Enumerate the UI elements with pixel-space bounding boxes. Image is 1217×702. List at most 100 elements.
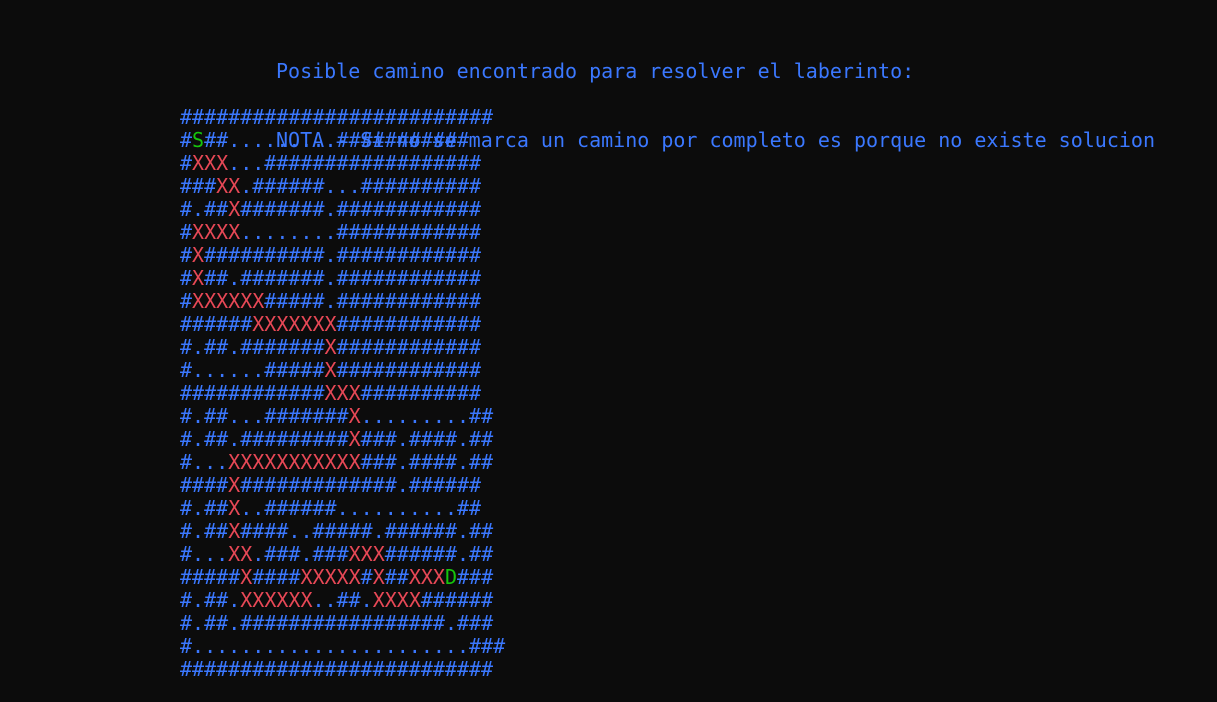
wall-cells: ## — [204, 335, 229, 359]
wall-cells: ### — [457, 565, 494, 589]
maze-row: ###XX.######...########## — [180, 175, 505, 198]
path-cells: XXX — [408, 565, 445, 589]
path-cells: X — [348, 404, 361, 428]
maze-row: #...XXXXXXXXXXX###.####.## — [180, 451, 505, 474]
open-cells: . — [456, 450, 470, 474]
path-cells: XX — [216, 174, 241, 198]
maze-row: ########################## — [180, 658, 505, 681]
open-cells: .. — [288, 519, 313, 543]
wall-cells: ############ — [336, 358, 482, 382]
wall-cells: ###### — [252, 174, 325, 198]
maze-row: ############XXX########## — [180, 382, 505, 405]
open-cells: .. — [240, 496, 265, 520]
result-message: Posible camino encontrado para resolver … — [276, 59, 915, 83]
path-cells: XXXXXX — [240, 588, 313, 612]
wall-cells: ## — [204, 266, 229, 290]
wall-cells: ## — [204, 519, 229, 543]
wall-cells: ########### — [336, 128, 470, 152]
wall-cells: #### — [240, 519, 289, 543]
open-cells: . — [192, 588, 205, 612]
wall-cells: # — [180, 335, 193, 359]
wall-cells: ##### — [180, 565, 241, 589]
open-cells: ........ — [240, 220, 337, 244]
open-cells: . — [300, 542, 313, 566]
wall-cells: # — [180, 243, 193, 267]
open-cells: . — [444, 611, 457, 635]
wall-cells: ####### — [240, 335, 325, 359]
path-cells: XXXXX — [300, 565, 361, 589]
wall-cells: #### — [252, 565, 301, 589]
wall-cells: ### — [360, 427, 397, 451]
wall-cells: # — [180, 266, 193, 290]
wall-cells: ########## — [360, 381, 482, 405]
maze-row: #.##.#######X############ — [180, 336, 505, 359]
open-cells: . — [240, 174, 253, 198]
wall-cells: # — [360, 565, 373, 589]
wall-cells: ### — [360, 450, 397, 474]
wall-cells: #### — [408, 450, 457, 474]
open-cells: .......... — [336, 496, 457, 520]
path-cells: X — [228, 197, 241, 221]
maze-row: #.......................### — [180, 635, 505, 658]
wall-cells: ##### — [264, 289, 325, 313]
open-cells: . — [252, 542, 265, 566]
start-marker: S — [192, 128, 205, 152]
maze-row: #...XX.###.###XXX######.## — [180, 543, 505, 566]
wall-cells: ## — [384, 565, 409, 589]
wall-cells: ############ — [336, 289, 482, 313]
maze-row: #.##.XXXXXX..##.XXXX###### — [180, 589, 505, 612]
path-cells: XXX — [192, 151, 229, 175]
wall-cells: # — [180, 496, 193, 520]
open-cells: . — [324, 266, 337, 290]
wall-cells: # — [180, 197, 193, 221]
path-cells: XXXXXXXXXXX — [228, 450, 361, 474]
wall-cells: ##### — [264, 358, 325, 382]
open-cells: ......... — [360, 404, 470, 428]
path-cells: XXXX — [372, 588, 421, 612]
open-cells: . — [228, 266, 241, 290]
wall-cells: ############# — [240, 473, 397, 497]
wall-cells: ### — [180, 174, 217, 198]
wall-cells: # — [180, 519, 193, 543]
wall-cells: ############ — [336, 335, 482, 359]
wall-cells: ## — [204, 404, 229, 428]
wall-cells: #### — [180, 473, 229, 497]
wall-cells: ## — [469, 542, 494, 566]
open-cells: ... — [192, 542, 229, 566]
wall-cells: # — [180, 404, 193, 428]
wall-cells: ###### — [408, 473, 482, 497]
open-cells: . — [192, 197, 205, 221]
open-cells: ... — [228, 151, 265, 175]
open-cells: . — [456, 542, 470, 566]
maze-row: #.##.#################.### — [180, 612, 505, 635]
path-cells: XXXX — [192, 220, 241, 244]
open-cells: . — [324, 289, 337, 313]
open-cells: . — [228, 335, 241, 359]
path-cells: X — [240, 565, 253, 589]
path-cells: X — [324, 358, 337, 382]
open-cells: .. — [312, 588, 337, 612]
wall-cells: ## — [469, 450, 494, 474]
open-cells: . — [228, 427, 241, 451]
wall-cells: # — [180, 289, 193, 313]
maze-row: #.##.#########X###.####.## — [180, 428, 505, 451]
maze-row: #XXXX........############ — [180, 221, 505, 244]
path-cells: X — [228, 496, 241, 520]
maze-grid: ########################## #S##.........#… — [180, 106, 505, 681]
maze-row: #......#####X############ — [180, 359, 505, 382]
open-cells: . — [324, 197, 337, 221]
open-cells: . — [228, 611, 241, 635]
wall-cells: # — [180, 611, 193, 635]
wall-cells: ## — [204, 197, 229, 221]
wall-cells: ## — [469, 404, 494, 428]
path-cells: XX — [228, 542, 253, 566]
open-cells: ......... — [228, 128, 337, 152]
path-cells: X — [324, 335, 337, 359]
wall-cells: ### — [469, 634, 506, 658]
wall-cells: ####### — [264, 404, 349, 428]
maze-row: ########################## — [180, 106, 505, 129]
path-cells: X — [348, 427, 361, 451]
wall-cells: # — [180, 220, 193, 244]
maze-row: #X##.#######.############ — [180, 267, 505, 290]
open-cells: ... — [228, 404, 265, 428]
